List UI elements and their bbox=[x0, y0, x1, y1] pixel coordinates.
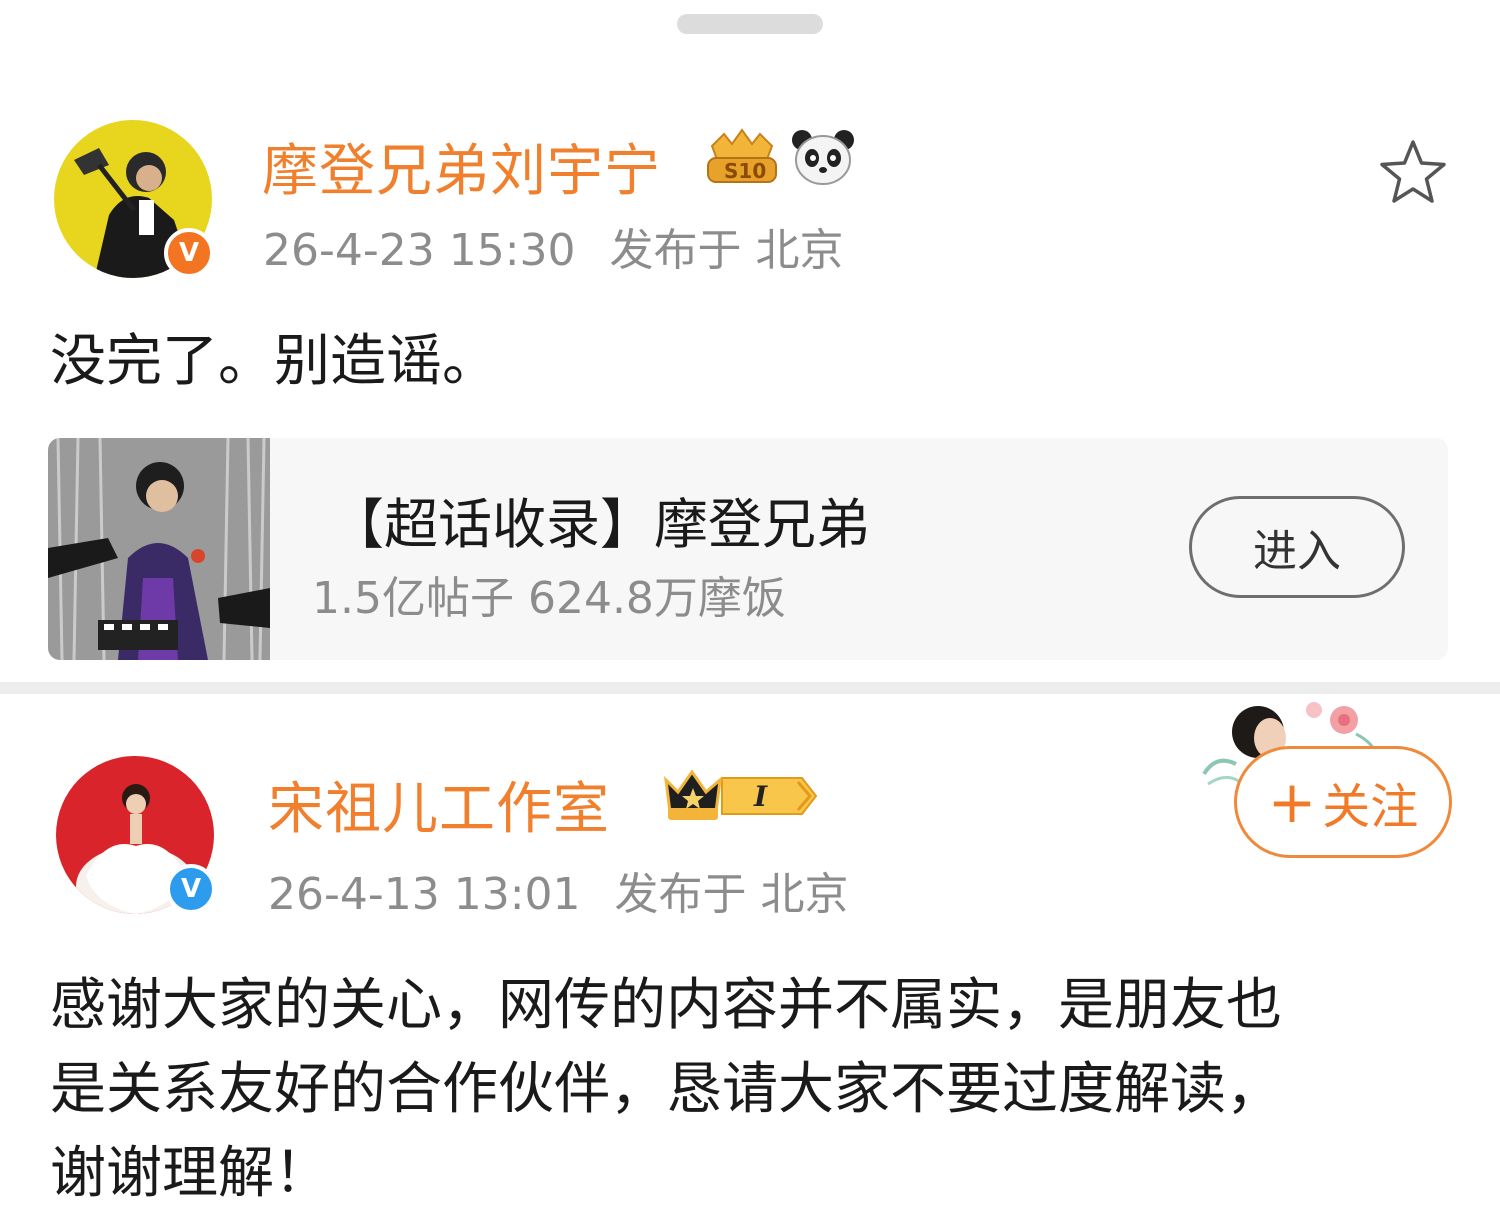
post-text-line: 是关系友好的合作伙伴，恳请大家不要过度解读， bbox=[50, 1057, 1282, 1122]
panda-icon bbox=[792, 130, 854, 185]
post-card: V 摩登兄弟刘宇宁 S10 26-4-23 15:30 发布于 北京 没完了。别造… bbox=[0, 0, 1500, 682]
post-text: 没完了。别造谣。 bbox=[50, 329, 498, 394]
post-meta: 26-4-13 13:01 发布于 北京 bbox=[268, 858, 849, 922]
level-badge-icon[interactable]: I bbox=[662, 768, 822, 824]
level-badge-text: I bbox=[753, 780, 768, 813]
star-icon[interactable] bbox=[1378, 138, 1448, 208]
timestamp: 26-4-13 13:01 bbox=[268, 869, 581, 920]
super-topic-card[interactable]: 【超话收录】摩登兄弟 1.5亿帖子 624.8万摩饭 进入 bbox=[48, 438, 1448, 660]
post-text-line: 感谢大家的关心，网传的内容并不属实，是朋友也 bbox=[50, 973, 1282, 1038]
post-divider bbox=[0, 682, 1500, 694]
location: 发布于 北京 bbox=[609, 225, 844, 276]
timestamp: 26-4-23 15:30 bbox=[263, 225, 576, 276]
follow-button-label: 关注 bbox=[1322, 779, 1419, 835]
post-meta: 26-4-23 15:30 发布于 北京 bbox=[263, 214, 844, 278]
location: 发布于 北京 bbox=[614, 869, 849, 920]
topic-thumbnail bbox=[48, 438, 270, 660]
verified-badge-icon: V bbox=[164, 228, 214, 278]
vip-crown-icon[interactable]: S10 bbox=[704, 128, 780, 186]
post-text: 感谢大家的关心，网传的内容并不属实，是朋友也 是关系友好的合作伙伴，恳请大家不要… bbox=[50, 964, 1470, 1216]
username[interactable]: 宋祖儿工作室 bbox=[268, 764, 610, 845]
plus-icon: + bbox=[1267, 768, 1317, 836]
post-text-line: 谢谢理解！ bbox=[50, 1141, 330, 1206]
topic-stats: 1.5亿帖子 624.8万摩饭 bbox=[312, 573, 786, 624]
post-card: V 宋祖儿工作室 I 26-4-13 13:01 发布于 北京 + 关注 感谢大家的… bbox=[0, 694, 1500, 1226]
username[interactable]: 摩登兄弟刘宇宁 bbox=[262, 126, 661, 207]
verified-badge-icon: V bbox=[166, 864, 216, 914]
follow-area: + 关注 bbox=[1196, 694, 1466, 874]
follow-button[interactable]: + 关注 bbox=[1234, 746, 1452, 858]
enter-button[interactable]: 进入 bbox=[1189, 496, 1405, 598]
svg-text:S10: S10 bbox=[724, 159, 766, 183]
topic-title: 【超话收录】摩登兄弟 bbox=[330, 493, 870, 556]
